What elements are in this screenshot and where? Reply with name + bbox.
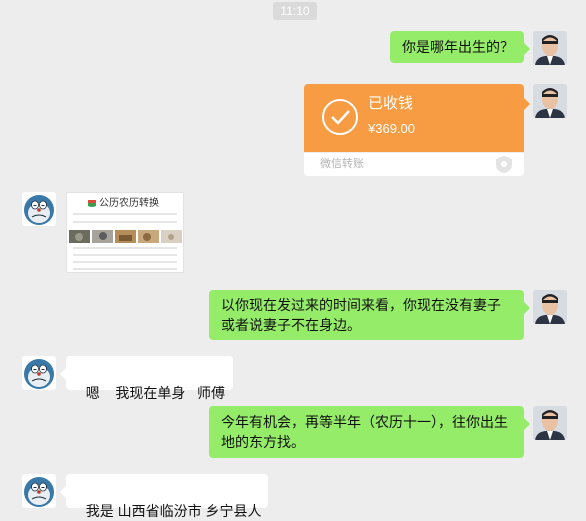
image-thumbnail-photo	[115, 230, 136, 243]
image-form-line	[73, 268, 177, 270]
man-portrait-icon	[533, 290, 567, 324]
checkmark-circle-icon	[322, 99, 358, 135]
robot-cat-avatar-icon	[22, 356, 56, 390]
robot-cat-avatar-icon	[22, 474, 56, 508]
image-form-line	[73, 221, 177, 223]
robot-cat-avatar-icon	[22, 192, 56, 226]
message-bubble-spouse-reading[interactable]: 以你现在发过来的时间来看，你现在没有妻子或者说妻子不在身边。	[209, 290, 530, 340]
message-text: 我是 山西省临汾市 乡宁县人	[85, 503, 262, 519]
man-portrait-icon	[533, 84, 567, 118]
image-message-thumbnail[interactable]: 公历农历转换	[66, 192, 184, 273]
own-avatar[interactable]	[533, 406, 567, 440]
transfer-card-footer: 微信转账	[304, 152, 524, 176]
own-avatar[interactable]	[533, 84, 567, 118]
transfer-message-card[interactable]: 已收钱 ¥369.00 微信转账	[304, 84, 530, 176]
message-text: 以你现在发过来的时间来看，你现在没有妻子或者说妻子不在身边。	[221, 297, 501, 333]
transfer-status: 已收钱	[368, 95, 414, 112]
image-form-line	[73, 261, 177, 263]
man-portrait-icon	[533, 31, 567, 65]
message-bubble-single-reply[interactable]: 嗯 我现在单身 师傅	[60, 356, 233, 401]
image-title-text: 公历农历转换	[99, 198, 159, 209]
contact-avatar[interactable]	[22, 474, 56, 508]
shield-icon	[496, 156, 512, 173]
contact-avatar[interactable]	[22, 192, 56, 226]
transfer-card-header: 已收钱 ¥369.00	[304, 84, 530, 152]
message-bubble-birth-year-question[interactable]: 你是哪年出生的？	[390, 31, 530, 63]
transfer-amount: ¥369.00	[368, 121, 415, 136]
calendar-logo-icon	[88, 200, 96, 207]
own-avatar[interactable]	[533, 290, 567, 324]
image-form-line	[73, 254, 177, 256]
message-text: 嗯 我现在单身 师傅	[85, 385, 226, 401]
image-thumbnail-photo	[161, 230, 182, 243]
image-form-line	[73, 247, 177, 249]
image-thumbnail-photo	[92, 230, 113, 243]
image-thumbnail-photo	[69, 230, 90, 243]
message-text: 你是哪年出生的？	[402, 39, 514, 55]
message-bubble-future-advice[interactable]: 今年有机会，再等半年（农历十一），往你出生地的东方找。	[209, 406, 530, 458]
transfer-footer-label: 微信转账	[320, 158, 364, 170]
own-avatar[interactable]	[533, 31, 567, 65]
image-thumbnail-photo	[138, 230, 159, 243]
man-portrait-icon	[533, 406, 567, 440]
message-bubble-hometown-reply[interactable]: 我是 山西省临汾市 乡宁县人	[60, 474, 268, 519]
message-text: 今年有机会，再等半年（农历十一），往你出生地的东方找。	[221, 414, 508, 450]
contact-avatar[interactable]	[22, 356, 56, 390]
chat-timestamp: 11:10	[273, 2, 317, 20]
image-form-line	[73, 213, 177, 215]
